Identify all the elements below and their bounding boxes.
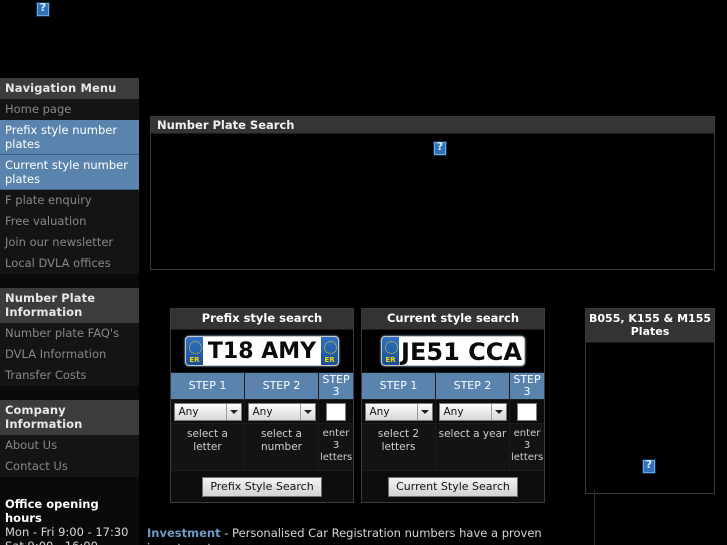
prefix-step-1-header: STEP 1 — [171, 373, 244, 400]
current-style-search-panel: Current style search ER JE51 CCA STEP 1 — [361, 308, 545, 503]
prefix-letter-select[interactable]: Any — [173, 402, 242, 421]
main-content: Number Plate Search Prefix style search … — [139, 0, 727, 545]
chevron-down-icon[interactable] — [416, 403, 432, 420]
sidebar-item-transfer-costs[interactable]: Transfer Costs — [0, 365, 139, 386]
current-year-select-value: Any — [443, 405, 464, 418]
prefix-step-1-hint: select a letter — [171, 424, 244, 470]
sidebar-section-title-number-plate-information: Number Plate Information — [0, 288, 139, 323]
eu-band-left: ER — [185, 337, 203, 365]
prefix-number-select[interactable]: Any — [247, 402, 316, 421]
sidebar-item-current-style-number-plates[interactable]: Current style number plates — [0, 155, 139, 190]
number-plate-search-panel: Number Plate Search — [150, 116, 715, 270]
office-hours-block: Office opening hours Mon - Fri 9:00 - 17… — [0, 491, 139, 545]
sidebar-divider-2 — [0, 386, 139, 400]
investment-keyword[interactable]: Investment — [147, 526, 221, 540]
prefix-plate-preview: ER T18 AMY ER — [171, 330, 353, 372]
chevron-down-icon[interactable] — [225, 403, 241, 420]
chevron-down-icon[interactable] — [490, 403, 506, 420]
current-step-1-column: STEP 1 Any select 2 letters — [362, 373, 436, 470]
promo-body[interactable] — [586, 343, 714, 493]
prefix-step-3-column: STEP 3 enter 3 letters — [319, 373, 353, 470]
sidebar: Navigation Menu Home page Prefix style n… — [0, 78, 139, 545]
sidebar-divider-3 — [0, 477, 139, 491]
current-step-3-hint: enter 3 letters — [510, 424, 544, 470]
number-plate-search-title: Number Plate Search — [151, 117, 714, 134]
prefix-search-title: Prefix style search — [171, 309, 353, 330]
current-step-2-column: STEP 2 Any select a year — [436, 373, 510, 470]
current-step-2-control: Any — [436, 400, 509, 424]
prefix-number-select-value: Any — [252, 405, 273, 418]
current-step-1-header: STEP 1 — [362, 373, 435, 400]
current-step-3-header: STEP 3 — [510, 373, 544, 400]
prefix-step-2-column: STEP 2 Any select a number — [245, 373, 319, 470]
sidebar-item-free-valuation[interactable]: Free valuation — [0, 211, 139, 232]
current-button-row: Current Style Search — [362, 470, 544, 502]
eu-band-label: ER — [189, 356, 200, 364]
sidebar-item-f-plate-enquiry[interactable]: F plate enquiry — [0, 190, 139, 211]
eu-band-left: ER — [382, 337, 400, 365]
sidebar-item-prefix-style-number-plates[interactable]: Prefix style number plates — [0, 120, 139, 155]
prefix-step-2-hint: select a number — [245, 424, 318, 470]
site-logo-area — [0, 0, 140, 78]
number-plate-graphic: ER T18 AMY ER — [184, 336, 340, 366]
current-style-search-button[interactable]: Current Style Search — [388, 477, 518, 497]
prefix-style-search-panel: Prefix style search ER T18 AMY ER STEP 1… — [170, 308, 354, 503]
prefix-steps-grid: STEP 1 Any select a letter STEP 2 Any se… — [171, 372, 353, 470]
chevron-down-icon[interactable] — [299, 403, 315, 420]
current-step-3-column: STEP 3 enter 3 letters — [510, 373, 544, 470]
content-divider — [594, 490, 595, 545]
current-step-3-control — [510, 400, 544, 424]
current-year-select[interactable]: Any — [438, 402, 507, 421]
number-plate-graphic: ER JE51 CCA — [381, 336, 525, 366]
sidebar-item-about-us[interactable]: About Us — [0, 435, 139, 456]
sidebar-item-dvla-information[interactable]: DVLA Information — [0, 344, 139, 365]
broken-image-icon — [433, 140, 447, 156]
prefix-step-1-control: Any — [171, 400, 244, 424]
sidebar-item-home-page[interactable]: Home page — [0, 99, 139, 120]
sidebar-item-join-our-newsletter[interactable]: Join our newsletter — [0, 232, 139, 253]
current-search-title: Current style search — [362, 309, 544, 330]
sidebar-item-number-plate-faqs[interactable]: Number plate FAQ's — [0, 323, 139, 344]
current-step-2-header: STEP 2 — [436, 373, 509, 400]
plate-characters: JE51 CCA — [401, 338, 522, 366]
investment-paragraph: Investment - Personalised Car Registrati… — [147, 526, 592, 545]
prefix-step-1-column: STEP 1 Any select a letter — [171, 373, 245, 470]
sidebar-section-title-company-information: Company Information — [0, 400, 139, 435]
sidebar-divider-1 — [0, 274, 139, 288]
prefix-letters-input[interactable] — [326, 402, 346, 421]
sidebar-item-local-dvla-offices[interactable]: Local DVLA offices — [0, 253, 139, 274]
number-plate-search-body — [151, 134, 714, 268]
current-plate-preview: ER JE51 CCA — [362, 330, 544, 372]
current-steps-grid: STEP 1 Any select 2 letters STEP 2 Any s… — [362, 372, 544, 470]
eu-band-right: ER — [321, 337, 339, 365]
office-hours-title: Office opening hours — [5, 497, 99, 525]
prefix-step-2-header: STEP 2 — [245, 373, 318, 400]
prefix-step-3-hint: enter 3 letters — [319, 424, 353, 470]
investment-separator: - — [220, 526, 233, 540]
broken-image-icon — [642, 458, 656, 474]
office-hours-line: Sat 9:00 - 16:00 — [5, 539, 134, 545]
eu-band-label: ER — [385, 356, 396, 364]
office-hours-line: Mon - Fri 9:00 - 17:30 — [5, 525, 129, 539]
promo-panel: B055, K155 & M155 Plates — [585, 308, 715, 494]
current-letters-select[interactable]: Any — [364, 402, 433, 421]
plate-characters: T18 AMY — [207, 339, 317, 364]
sidebar-item-contact-us[interactable]: Contact Us — [0, 456, 139, 477]
current-step-1-control: Any — [362, 400, 435, 424]
current-step-2-hint: select a year — [436, 424, 509, 470]
current-letters-input[interactable] — [517, 402, 537, 421]
prefix-step-2-control: Any — [245, 400, 318, 424]
broken-image-icon — [36, 1, 50, 17]
prefix-letter-select-value: Any — [178, 405, 199, 418]
prefix-style-search-button[interactable]: Prefix Style Search — [202, 477, 322, 497]
prefix-button-row: Prefix Style Search — [171, 470, 353, 502]
current-letters-select-value: Any — [369, 405, 390, 418]
promo-title: B055, K155 & M155 Plates — [586, 309, 714, 343]
prefix-step-3-header: STEP 3 — [319, 373, 353, 400]
prefix-step-3-control — [319, 400, 353, 424]
current-step-1-hint: select 2 letters — [362, 424, 435, 470]
page-root: Navigation Menu Home page Prefix style n… — [0, 0, 727, 545]
sidebar-section-title-navigation: Navigation Menu — [0, 78, 139, 99]
eu-band-label: ER — [324, 356, 335, 364]
